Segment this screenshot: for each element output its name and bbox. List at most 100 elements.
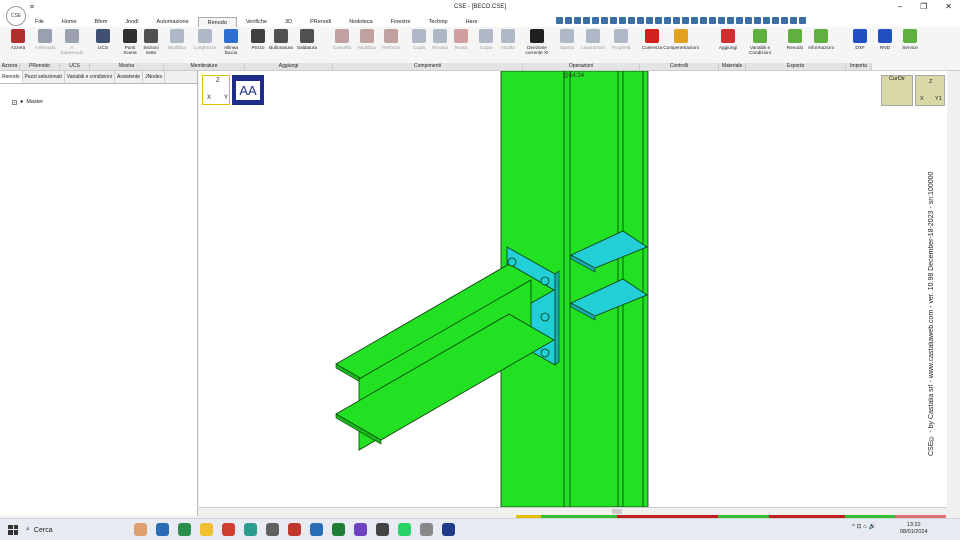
horizontal-scrollbar[interactable] [199,507,947,515]
ucs-icon[interactable] [736,17,743,24]
windows-start-icon[interactable] [8,524,18,535]
curdir-widget[interactable]: CurDir [881,75,913,106]
menu-tab[interactable]: Finestre [382,17,420,27]
ribbon-button[interactable]: Lavorazioni [581,29,605,50]
ribbon-button[interactable]: Allinea faccia [219,29,243,55]
ribbon-button[interactable]: Compenetrazioni [663,29,699,50]
layers-icon[interactable] [709,17,716,24]
panel-tab[interactable]: Assistente [115,71,144,83]
settings-icon[interactable] [790,17,797,24]
wire-icon[interactable] [772,17,779,24]
snap-icon[interactable] [727,17,734,24]
shade-icon[interactable] [763,17,770,24]
save-all-icon[interactable] [565,17,572,24]
menu-tab[interactable]: Renodo [197,17,237,27]
ribbon-button[interactable]: Bullonatura [269,29,293,50]
close-button[interactable]: ✕ [945,2,952,11]
ribbon-button[interactable]: RND [873,29,897,50]
taskview-icon[interactable] [156,523,169,536]
redo-icon[interactable] [583,17,590,24]
scroll-thumb[interactable] [612,509,622,514]
select-icon[interactable] [745,17,752,24]
zoom-in-icon[interactable] [664,17,671,24]
ribbon-button[interactable]: Modifica [165,29,189,50]
fit-icon[interactable] [601,17,608,24]
zoom-window-icon[interactable] [682,17,689,24]
ribbon-button[interactable]: A Subrenodo [60,29,84,55]
system-tray[interactable]: ^ ⊡ ⌂ 🔊 [852,523,876,530]
model-canvas[interactable] [199,71,947,507]
excel-icon[interactable] [332,523,345,536]
edge-icon[interactable] [244,523,257,536]
hand-icon[interactable] [610,17,617,24]
menu-tab[interactable]: File [26,17,53,27]
expand-icon[interactable]: + [12,99,17,105]
menu-tab[interactable]: Nodoteca [340,17,382,27]
antialias-toggle[interactable]: AA [232,75,264,105]
ribbon-button[interactable]: Sezioni nette [139,29,163,55]
cse-taskbar-icon[interactable] [442,523,455,536]
taskbar-search[interactable]: ⌕ Cerca [26,522,124,538]
panel-tab[interactable]: Pezzi selezionati [23,71,65,83]
visualstudio-icon[interactable] [354,523,367,536]
menu-tab[interactable]: Home [53,17,86,27]
menu-tab[interactable]: Technip [420,17,457,27]
ribbon-button[interactable]: A Renodo [33,29,57,50]
app-icon[interactable] [288,523,301,536]
ribbon-button[interactable]: Azzera [6,29,30,50]
ribbon-button[interactable]: Lunghezza [193,29,217,50]
axes-indicator[interactable]: Z X Y [202,75,230,105]
outlook-icon[interactable] [310,523,323,536]
ribbon-button[interactable]: Sposta [555,29,579,50]
ribbon-button[interactable]: Copia [474,29,498,50]
menu-tab[interactable]: PRenodi [301,17,340,27]
app-icon[interactable] [420,523,433,536]
orientation-widget[interactable]: Z X Y1 [915,75,945,106]
ribbon-button[interactable]: Coerenza [640,29,664,50]
undo-icon[interactable] [574,17,581,24]
maximize-button[interactable]: ❐ [920,2,927,11]
pencil-icon[interactable] [592,17,599,24]
arrow-left-icon[interactable] [619,17,626,24]
rotate-icon[interactable] [655,17,662,24]
ribbon-button[interactable]: Renodo [783,29,807,50]
ribbon-button[interactable]: Modifica [355,29,379,50]
whatsapp-icon[interactable] [398,523,411,536]
ribbon-button[interactable]: Variabili e Condizioni [748,29,772,55]
measure-icon[interactable] [718,17,725,24]
ribbon-button[interactable]: Direzione corrente XI [525,29,549,55]
app-icon[interactable] [266,523,279,536]
ribbon-button[interactable]: Saldatura [295,29,319,50]
panel-tab[interactable]: JNodes [143,71,166,83]
arrow-up-icon[interactable] [637,17,644,24]
panel-tab[interactable]: Variabili e condizioni [65,71,115,83]
menu-tab[interactable]: 3D [276,17,301,27]
menu-tab[interactable]: Automazione [148,17,198,27]
ribbon-button[interactable]: Aggiungi [716,29,740,50]
vertical-scrollbar[interactable] [947,71,960,515]
ribbon-button[interactable]: Rinforza [379,29,403,50]
tree-item-master[interactable]: + ● Master [12,99,43,105]
ribbon-button[interactable]: Incolla [496,29,520,50]
menu-tab[interactable]: Jnodi [116,17,147,27]
menu-tab[interactable]: Verifiche [237,17,276,27]
app-icon[interactable] [178,523,191,536]
print-icon[interactable] [691,17,698,24]
menu-tab[interactable]: Bfem [86,17,117,27]
ribbon-button[interactable]: Cancella [330,29,354,50]
arrow-down-icon[interactable] [646,17,653,24]
panel-tab[interactable]: Renodo [0,71,23,83]
zoom-out-icon[interactable] [673,17,680,24]
clock[interactable]: 13:22 08/01/2024 [900,522,928,536]
minimize-button[interactable]: – [898,2,902,11]
ribbon-button[interactable]: Service [898,29,922,50]
ribbon-button[interactable]: Ruota [449,29,473,50]
ribbon-button[interactable]: Proprietà [609,29,633,50]
chrome-icon[interactable] [222,523,235,536]
app-icon[interactable] [376,523,389,536]
ribbon-button[interactable]: Informazioni [808,29,834,50]
filter-icon[interactable] [754,17,761,24]
arrow-right-icon[interactable] [628,17,635,24]
app-logo[interactable]: CSE [6,6,26,26]
menu-tab[interactable]: Hare [457,17,487,27]
